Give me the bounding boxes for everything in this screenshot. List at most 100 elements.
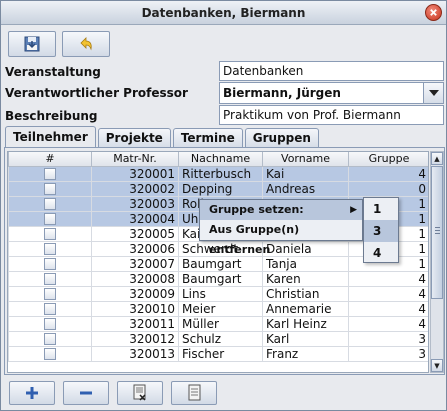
row-checkbox[interactable] [44,303,56,315]
table-row[interactable]: 320010 Meier Annemarie 4 [8,300,428,317]
row-checkbox[interactable] [44,318,56,330]
cell-nachname[interactable]: Depping [178,180,263,197]
cell-nachname[interactable]: Müller [178,315,263,332]
column-header-index[interactable]: # [8,152,92,167]
document-button[interactable] [171,381,217,405]
cell-checkbox[interactable] [8,345,92,362]
export-button[interactable] [117,381,163,405]
row-checkbox[interactable] [44,183,56,195]
cell-nachname[interactable]: Meier [178,300,263,317]
cell-checkbox[interactable] [8,180,92,197]
submenu-item-group-1[interactable]: 1 [364,198,398,220]
veranstaltung-field[interactable]: Datenbanken [219,61,444,81]
row-checkbox[interactable] [44,228,56,240]
cell-gruppe[interactable]: 3 [348,330,428,347]
cell-gruppe[interactable]: 4 [348,270,428,287]
column-header-gruppe[interactable]: Gruppe [348,152,428,167]
cell-checkbox[interactable] [8,330,92,347]
cell-matrnr[interactable]: 320011 [91,315,179,332]
tab-gruppen[interactable]: Gruppen [244,128,319,148]
cell-matrnr[interactable]: 320013 [91,345,179,362]
cell-vorname[interactable]: Annemarie [262,300,349,317]
cell-vorname[interactable]: Kai [262,165,349,182]
column-header-nachname[interactable]: Nachname [178,152,263,167]
cell-vorname[interactable]: Karen [262,270,349,287]
add-button[interactable] [9,381,55,405]
row-checkbox[interactable] [44,198,56,210]
cell-vorname[interactable]: Karl [262,330,349,347]
column-header-vorname[interactable]: Vorname [262,152,349,167]
cell-gruppe[interactable]: 3 [348,345,428,362]
cell-matrnr[interactable]: 320004 [91,210,179,227]
menu-item-aus-gruppe-entfernen[interactable]: Aus Gruppe(n) entfernen [200,220,362,256]
tab-teilnehmer[interactable]: Teilnehmer [5,126,96,148]
cell-matrnr[interactable]: 320003 [91,195,179,212]
cell-checkbox[interactable] [8,225,92,242]
table-row[interactable]: 320001 Ritterbusch Kai 4 [8,165,428,182]
cell-vorname[interactable]: Karl Heinz [262,315,349,332]
menu-item-gruppe-setzen[interactable]: Gruppe setzen: ▶ [200,200,362,220]
cell-nachname[interactable]: Fischer [178,345,263,362]
table-row[interactable]: 320011 Müller Karl Heinz 4 [8,315,428,332]
submenu-item-group-3[interactable]: 3 [364,220,398,242]
undo-button[interactable] [62,31,110,57]
cell-vorname[interactable]: Daniela [262,240,349,257]
dropdown-button[interactable] [423,83,443,103]
cell-matrnr[interactable]: 320009 [91,285,179,302]
cell-nachname[interactable]: Lins [178,285,263,302]
cell-vorname[interactable]: Tanja [262,255,349,272]
row-checkbox[interactable] [44,168,56,180]
cell-matrnr[interactable]: 320006 [91,240,179,257]
cell-nachname[interactable]: Baumgart [178,270,263,287]
professor-select[interactable]: Biermann, Jürgen [219,82,444,104]
cell-matrnr[interactable]: 320005 [91,225,179,242]
submenu-item-group-4[interactable]: 4 [364,242,398,264]
cell-checkbox[interactable] [8,300,92,317]
scroll-up-button[interactable]: ▲ [431,152,443,165]
cell-matrnr[interactable]: 320012 [91,330,179,347]
cell-gruppe[interactable]: 4 [348,285,428,302]
table-row[interactable]: 320009 Lins Christian 4 [8,285,428,302]
cell-matrnr[interactable]: 320002 [91,180,179,197]
cell-vorname[interactable]: Franz [262,345,349,362]
cell-matrnr[interactable]: 320008 [91,270,179,287]
cell-checkbox[interactable] [8,255,92,272]
scroll-thumb[interactable] [431,166,443,299]
cell-matrnr[interactable]: 320001 [91,165,179,182]
cell-matrnr[interactable]: 320007 [91,255,179,272]
cell-matrnr[interactable]: 320010 [91,300,179,317]
row-checkbox[interactable] [44,258,56,270]
row-checkbox[interactable] [44,273,56,285]
cell-nachname[interactable]: Schulz [178,330,263,347]
cell-checkbox[interactable] [8,240,92,257]
table-row[interactable]: 320002 Depping Andreas 0 [8,180,428,197]
cell-vorname[interactable]: Christian [262,285,349,302]
cell-checkbox[interactable] [8,315,92,332]
cell-gruppe[interactable]: 4 [348,300,428,317]
cell-checkbox[interactable] [8,285,92,302]
row-checkbox[interactable] [44,288,56,300]
tab-projekte[interactable]: Projekte [97,128,171,148]
row-checkbox[interactable] [44,333,56,345]
cell-checkbox[interactable] [8,195,92,212]
scroll-down-button[interactable]: ▼ [431,359,443,372]
cell-checkbox[interactable] [8,165,92,182]
close-button[interactable] [425,4,442,21]
cell-checkbox[interactable] [8,210,92,227]
table-row[interactable]: 320013 Fischer Franz 3 [8,345,428,362]
table-row[interactable]: 320012 Schulz Karl 3 [8,330,428,347]
cell-checkbox[interactable] [8,270,92,287]
vertical-scrollbar[interactable]: ▲ ▼ [430,151,444,373]
cell-vorname[interactable]: Andreas [262,180,349,197]
cell-gruppe[interactable]: 0 [348,180,428,197]
row-checkbox[interactable] [44,213,56,225]
cell-gruppe[interactable]: 4 [348,165,428,182]
beschreibung-field[interactable]: Praktikum von Prof. Biermann [219,105,444,125]
table-row[interactable]: 320008 Baumgart Karen 4 [8,270,428,287]
tab-termine[interactable]: Termine [172,128,243,148]
column-header-matrnr[interactable]: Matr-Nr. [91,152,179,167]
remove-button[interactable] [63,381,109,405]
row-checkbox[interactable] [44,243,56,255]
cell-nachname[interactable]: Ritterbusch [178,165,263,182]
cell-gruppe[interactable]: 4 [348,315,428,332]
